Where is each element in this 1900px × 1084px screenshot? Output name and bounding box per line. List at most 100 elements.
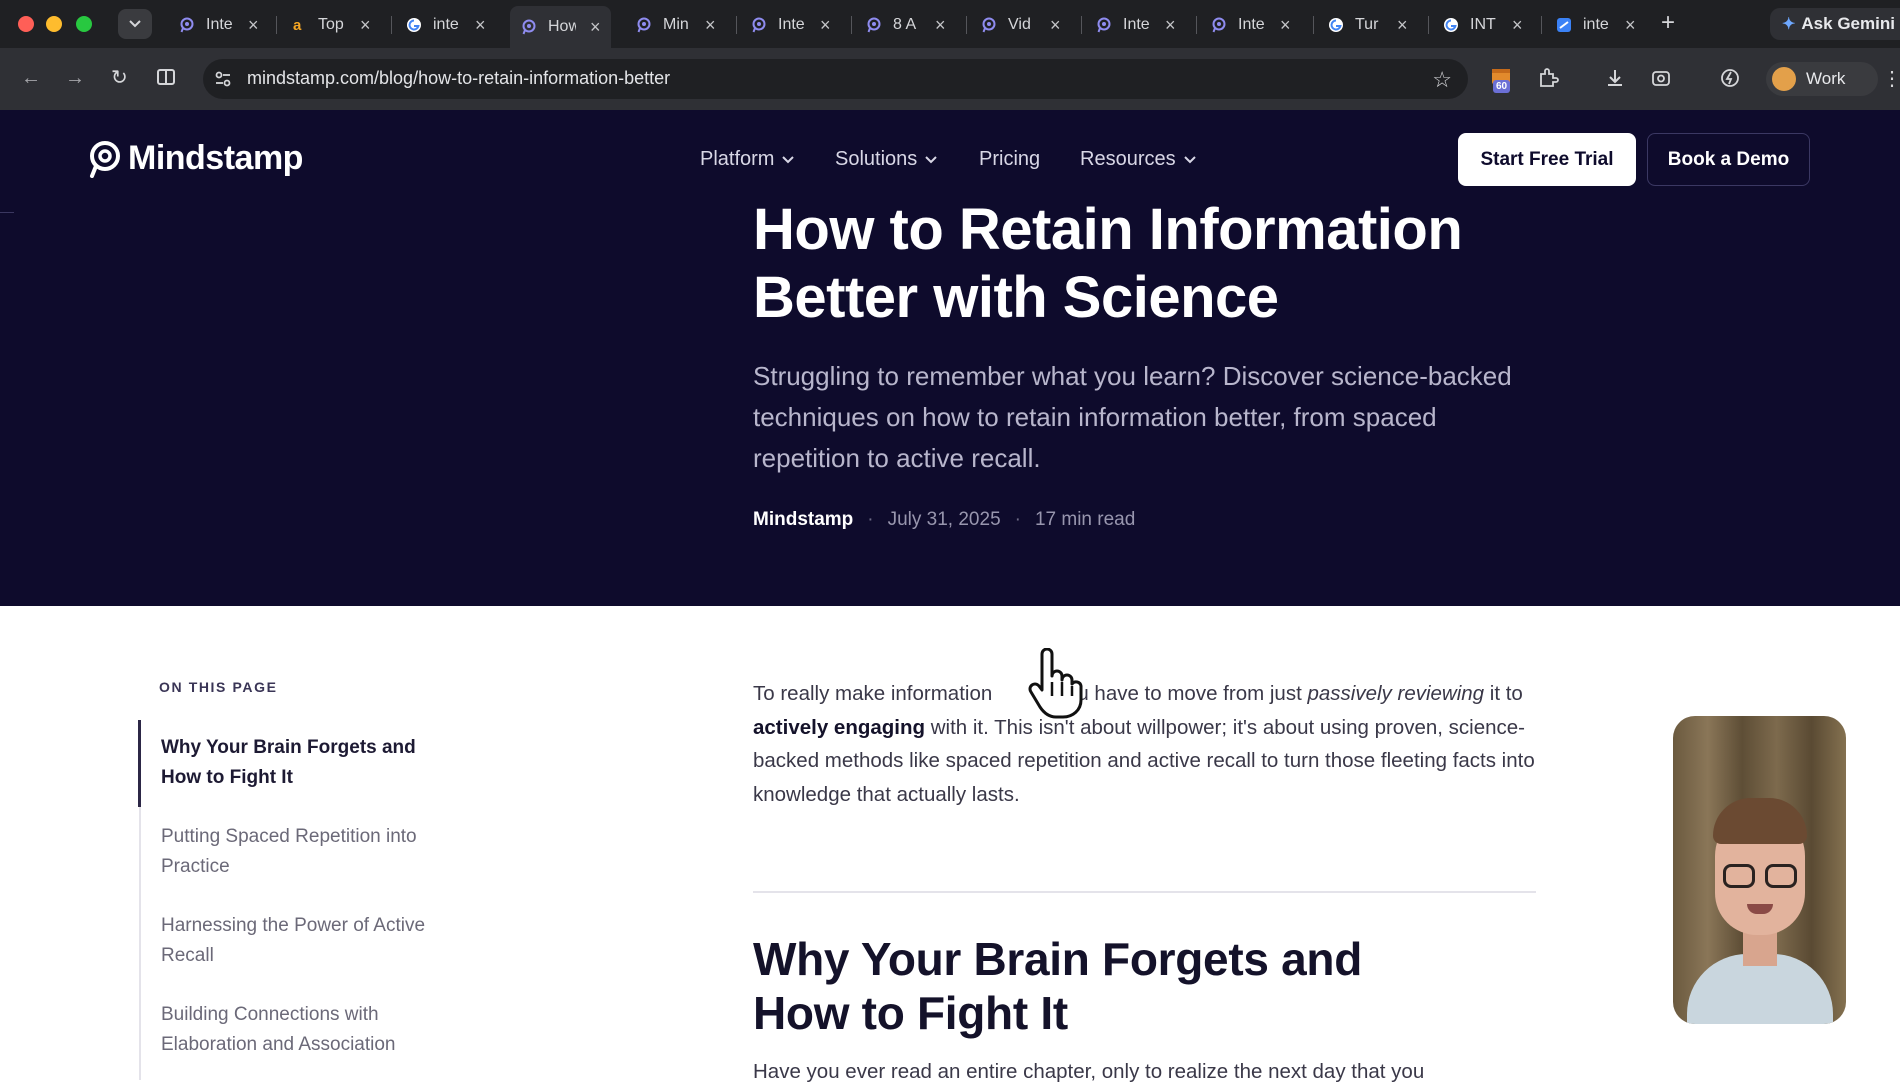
close-window-button[interactable] (18, 16, 34, 32)
new-tab-button[interactable]: + (1661, 10, 1675, 36)
browser-menu-icon[interactable]: ⋮ (1882, 66, 1900, 91)
close-tab-icon[interactable]: × (360, 15, 371, 36)
address-bar[interactable]: mindstamp.com/blog/how-to-retain-informa… (203, 59, 1468, 99)
gemini-sparkle-icon: ✦ (1782, 16, 1796, 33)
minimize-window-button[interactable] (46, 16, 62, 32)
intro-italic: passively reviewing (1307, 682, 1485, 705)
tab-title: Inte (206, 16, 233, 33)
intro-bold: actively engaging (753, 715, 926, 739)
article-date: July 31, 2025 (887, 509, 1001, 530)
article-intro: To really make information you have to m… (753, 677, 1543, 811)
meta-separator: · (867, 509, 874, 530)
forward-arrow-icon[interactable]: → (65, 68, 85, 88)
close-tab-icon[interactable]: × (1280, 15, 1291, 36)
tab-title: How (548, 18, 576, 35)
extensions-puzzle-icon[interactable] (1537, 67, 1559, 93)
mindstamp-icon (635, 16, 653, 34)
close-tab-icon[interactable]: × (705, 15, 716, 36)
browser-tab[interactable]: 8 A × (855, 8, 956, 42)
mindstamp-icon (1095, 16, 1113, 34)
site-logo[interactable]: Mindstamp (86, 139, 303, 178)
mindstamp-icon (1210, 16, 1228, 34)
page-title: How to Retain Information Better with Sc… (753, 197, 1463, 330)
close-tab-icon[interactable]: × (248, 15, 259, 36)
toc-heading: ON THIS PAGE (159, 679, 278, 695)
back-arrow-icon[interactable]: ← (21, 68, 41, 88)
intro-text: To really make information (753, 682, 998, 705)
meta-separator: · (1014, 509, 1021, 530)
hand-pointer-cursor-icon (1028, 648, 1083, 719)
bookmark-star-icon[interactable]: ☆ (1432, 67, 1452, 93)
tab-separator (1541, 16, 1542, 34)
article-paragraph: Have you ever read an entire chapter, on… (753, 1060, 1425, 1083)
app-icon (1555, 16, 1573, 34)
close-tab-icon[interactable]: × (590, 17, 601, 38)
nav-resources[interactable]: Resources (1080, 148, 1196, 171)
screenshot-icon[interactable] (1650, 67, 1672, 93)
mindstamp-icon (980, 16, 998, 34)
browser-tab[interactable]: inte × (395, 8, 496, 42)
decorative-line (0, 212, 14, 213)
intro-text: you have to move from just (1049, 682, 1308, 705)
browser-tab[interactable]: Inte × (1200, 8, 1301, 42)
close-tab-icon[interactable]: × (1397, 15, 1408, 36)
close-tab-icon[interactable]: × (1050, 15, 1061, 36)
browser-tab[interactable]: Tur × (1317, 8, 1418, 42)
presenter-video-bubble[interactable] (1673, 716, 1846, 1024)
browser-tab[interactable]: inte × (1545, 8, 1646, 42)
browser-tab[interactable]: Min × (625, 8, 726, 42)
nav-pricing[interactable]: Pricing (979, 148, 1040, 171)
profile-button[interactable]: Work (1766, 62, 1878, 96)
article-author[interactable]: Mindstamp (753, 509, 853, 531)
tab-separator (966, 16, 967, 34)
tab-separator (1081, 16, 1082, 34)
mindstamp-logo-icon (90, 140, 120, 178)
split-view-icon[interactable] (156, 67, 176, 91)
nav-solutions[interactable]: Solutions (835, 148, 937, 171)
browser-tab[interactable]: How × (510, 6, 611, 48)
browser-tab[interactable]: INT × (1432, 8, 1533, 42)
extension-calendar-button[interactable]: 60 (1490, 66, 1514, 93)
close-tab-icon[interactable]: × (1625, 15, 1636, 36)
profile-avatar (1772, 67, 1796, 91)
mindstamp-icon (520, 18, 538, 36)
reload-icon[interactable]: ↻ (111, 68, 128, 88)
page-subtitle: Struggling to remember what you learn? D… (753, 361, 1512, 473)
browser-tab[interactable]: Inte × (740, 8, 841, 42)
logo-text: Mindstamp (128, 139, 303, 177)
tab-separator (851, 16, 852, 34)
toc-active-indicator (138, 720, 141, 807)
start-free-trial-button[interactable]: Start Free Trial (1458, 133, 1636, 186)
close-tab-icon[interactable]: × (935, 15, 946, 36)
toc-item-why-brain-forgets[interactable]: Why Your Brain Forgets and How to Fight … (161, 733, 461, 793)
tab-separator (1428, 16, 1429, 34)
ask-gemini-button[interactable]: ✦ Ask Gemini (1770, 8, 1900, 40)
toc-item-active-recall[interactable]: Harnessing the Power of Active Recall (161, 911, 461, 971)
browser-tab[interactable]: Inte × (168, 8, 269, 42)
tab-title: Min (663, 16, 689, 33)
tab-separator (736, 16, 737, 34)
site-info-icon[interactable] (213, 69, 233, 94)
maximize-window-button[interactable] (76, 16, 92, 32)
chevron-down-icon (925, 153, 937, 167)
toc-item-elaboration[interactable]: Building Connections with Elaboration an… (161, 1000, 461, 1060)
close-tab-icon[interactable]: × (475, 15, 486, 36)
browser-tab[interactable]: Inte × (1085, 8, 1186, 42)
download-icon[interactable] (1604, 67, 1626, 93)
tab-separator (276, 16, 277, 34)
video-person-glasses (1723, 864, 1755, 888)
tab-separator (391, 16, 392, 34)
close-tab-icon[interactable]: × (1165, 15, 1176, 36)
performance-icon[interactable] (1719, 67, 1741, 93)
tab-search-button[interactable] (118, 9, 152, 39)
mindstamp-icon (865, 16, 883, 34)
close-tab-icon[interactable]: × (820, 15, 831, 36)
close-tab-icon[interactable]: × (1512, 15, 1523, 36)
browser-tab[interactable]: a Top × (280, 8, 381, 42)
book-demo-button[interactable]: Book a Demo (1647, 133, 1810, 186)
toc-item-spaced-repetition[interactable]: Putting Spaced Repetition into Practice (161, 822, 461, 882)
tab-title: inte (1583, 16, 1609, 33)
nav-platform[interactable]: Platform (700, 148, 795, 171)
browser-tab[interactable]: Vid × (970, 8, 1071, 42)
tab-title: inte (433, 16, 459, 33)
